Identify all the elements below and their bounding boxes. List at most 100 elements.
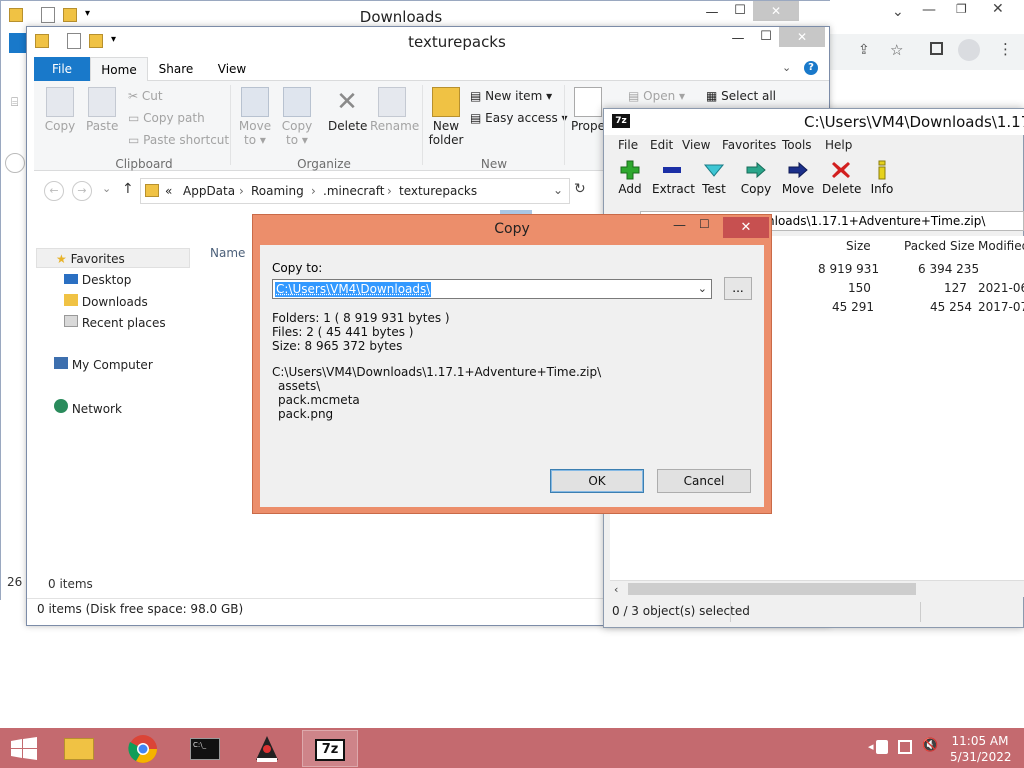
close-button[interactable]: ✕ — [723, 217, 769, 238]
column-header-name[interactable]: Name — [210, 246, 245, 260]
nav-downloads[interactable]: Downloads — [64, 294, 148, 309]
bookmark-star-icon[interactable]: ☆ — [890, 41, 903, 59]
volume-muted-icon[interactable]: 🔇 — [922, 738, 938, 753]
tab-file[interactable]: File — [34, 57, 90, 81]
open-button[interactable]: ▤ Open ▾ — [628, 89, 685, 103]
copy-button[interactable]: Copy — [738, 160, 774, 196]
column-header-modified[interactable]: Modified — [978, 239, 1024, 253]
quick-access-dropdown-icon[interactable]: ▾ — [85, 8, 90, 19]
recent-locations-icon[interactable]: ⌄ — [102, 182, 111, 195]
breadcrumb-minecraft[interactable]: .minecraft — [323, 184, 384, 198]
paste-button[interactable]: Paste — [86, 87, 118, 133]
column-header-size[interactable]: Size — [846, 239, 871, 253]
minimize-button[interactable]: — — [723, 31, 753, 46]
delete-button[interactable]: ✕ Delete — [328, 87, 366, 133]
nav-arrow-icon[interactable]: ⌸ — [11, 95, 18, 110]
nav-recent-places[interactable]: Recent places — [64, 315, 166, 330]
side-panel-icon[interactable] — [930, 42, 943, 55]
properties-icon[interactable] — [41, 7, 55, 23]
help-icon[interactable]: ? — [804, 61, 818, 75]
maximize-button[interactable]: ☐ — [725, 3, 755, 18]
address-bar[interactable]: « AppData › Roaming › .minecraft › textu… — [140, 178, 570, 204]
rename-button[interactable]: Rename — [370, 87, 414, 133]
add-button[interactable]: Add — [612, 160, 648, 196]
paste-shortcut-button[interactable]: ▭ Paste shortcut — [128, 133, 229, 147]
address-dropdown-icon[interactable]: ⌄ — [553, 183, 563, 197]
new-folder-icon[interactable] — [89, 34, 103, 48]
column-header-packed-size[interactable]: Packed Size — [904, 239, 975, 253]
tab-home[interactable]: Home — [90, 57, 148, 82]
destination-text[interactable]: C:\Users\VM4\Downloads\ — [275, 282, 431, 297]
properties-button[interactable]: Prope — [568, 87, 608, 133]
kebab-menu-icon[interactable]: ⋮ — [998, 40, 1013, 58]
select-all-button[interactable]: ▦ Select all — [706, 89, 776, 103]
new-folder-button[interactable]: New folder — [428, 87, 464, 147]
refresh-icon[interactable]: ↻ — [574, 181, 586, 197]
nav-desktop[interactable]: Desktop — [64, 273, 131, 287]
new-item-button[interactable]: ▤ New item ▾ — [470, 89, 552, 103]
chevron-down-icon[interactable]: ⌄ — [698, 282, 707, 295]
copy-path-button[interactable]: ▭ Copy path — [128, 111, 205, 125]
copy-to-button[interactable]: Copy to ▾ — [280, 87, 314, 147]
destination-combobox[interactable]: C:\Users\VM4\Downloads\ ⌄ — [272, 279, 712, 299]
taskbar-file-explorer[interactable] — [52, 730, 108, 767]
easy-access-button[interactable]: ▤ Easy access ▾ — [470, 111, 568, 125]
up-arrow-icon[interactable]: ↑ — [122, 181, 134, 197]
copy-button[interactable]: Copy — [44, 87, 76, 133]
menu-file[interactable]: File — [618, 138, 638, 152]
breadcrumb-texturepacks[interactable]: texturepacks — [399, 184, 477, 198]
menu-view[interactable]: View — [682, 138, 710, 152]
chevron-down-icon[interactable]: ⌄ — [892, 4, 904, 20]
back-arrow-icon[interactable]: ← — [44, 181, 64, 201]
back-button[interactable] — [5, 153, 25, 173]
cut-button[interactable]: ✂ Cut — [128, 89, 163, 103]
nav-my-computer[interactable]: My Computer — [54, 357, 153, 372]
menu-tools[interactable]: Tools — [782, 138, 812, 152]
test-button[interactable]: Test — [698, 160, 730, 196]
forward-arrow-icon[interactable]: → — [72, 181, 92, 201]
nav-favorites[interactable]: ★ Favorites — [56, 252, 125, 266]
profile-icon[interactable] — [958, 39, 980, 61]
delete-button[interactable]: Delete — [822, 160, 860, 196]
taskbar-command-prompt[interactable]: C:\_ — [178, 730, 234, 767]
file-tab[interactable] — [9, 33, 27, 53]
clock-time[interactable]: 11:05 AM — [950, 734, 1010, 748]
minimize-button[interactable]: — — [697, 5, 727, 20]
menu-favorites[interactable]: Favorites — [722, 138, 776, 152]
properties-icon[interactable] — [67, 33, 81, 49]
taskbar-chrome[interactable] — [116, 730, 172, 767]
minimize-button[interactable]: — — [673, 218, 686, 233]
tab-view[interactable]: View — [204, 57, 260, 81]
ok-button[interactable]: OK — [550, 469, 644, 493]
action-center-flag-icon[interactable] — [876, 740, 888, 754]
scroll-left-icon[interactable]: ‹ — [614, 583, 618, 596]
move-to-button[interactable]: Move to ▾ — [238, 87, 272, 147]
nav-network[interactable]: Network — [54, 399, 122, 416]
close-button[interactable]: ✕ — [753, 1, 799, 21]
breadcrumb-roaming[interactable]: Roaming — [251, 184, 304, 198]
taskbar-java[interactable] — [240, 730, 296, 767]
tab-share[interactable]: Share — [150, 57, 202, 81]
maximize-button[interactable]: ☐ — [699, 217, 710, 231]
cancel-button[interactable]: Cancel — [657, 469, 751, 493]
extract-button[interactable]: Extract — [652, 160, 692, 196]
close-icon[interactable]: ✕ — [992, 1, 1004, 17]
menu-help[interactable]: Help — [825, 138, 852, 152]
breadcrumb-appdata[interactable]: AppData — [183, 184, 235, 198]
show-hidden-icons-icon[interactable]: ◂ — [868, 740, 874, 753]
menu-edit[interactable]: Edit — [650, 138, 673, 152]
browse-button[interactable]: ... — [724, 277, 752, 300]
maximize-button[interactable]: ☐ — [751, 29, 781, 44]
taskbar-7zip[interactable]: 7z — [302, 730, 358, 767]
collapse-ribbon-icon[interactable]: ⌄ — [782, 61, 791, 74]
move-button[interactable]: Move — [780, 160, 816, 196]
network-tray-icon[interactable] — [898, 740, 912, 754]
quick-access-dropdown-icon[interactable]: ▾ — [111, 34, 116, 45]
clock-date[interactable]: 5/31/2022 — [950, 750, 1010, 764]
start-button[interactable] — [10, 737, 38, 761]
breadcrumb-overflow[interactable]: « — [165, 184, 172, 198]
minimize-icon[interactable]: — — [922, 2, 936, 18]
new-folder-icon[interactable] — [63, 8, 77, 22]
scrollbar-thumb[interactable] — [628, 583, 916, 595]
horizontal-scrollbar[interactable]: ‹ — [610, 580, 1024, 597]
